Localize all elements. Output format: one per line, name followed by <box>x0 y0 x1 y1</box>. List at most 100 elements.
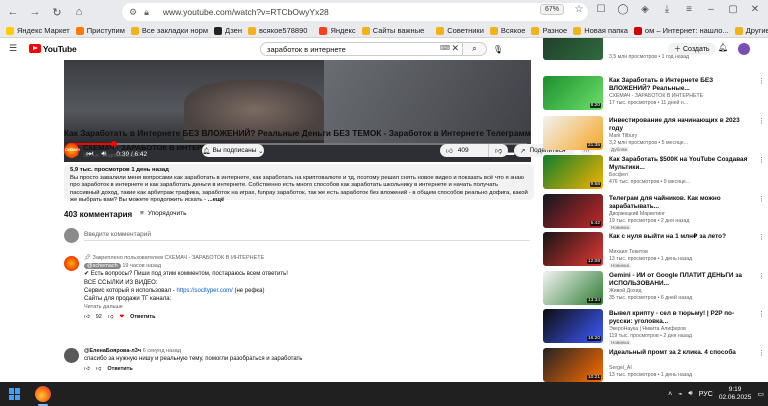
url-text[interactable]: www.youtube.com/watch?v=RTCbOwyYx28 <box>163 7 329 17</box>
channel-avatar[interactable]: СХЕМАЧ <box>64 143 80 158</box>
home-icon[interactable]: ⌂ <box>70 3 88 21</box>
service-link[interactable]: https://socltyper.com/ <box>176 288 232 294</box>
close-icon[interactable]: ✕ <box>748 2 762 16</box>
youtube-logo[interactable]: ☰ YouTube <box>9 43 77 54</box>
maximize-icon[interactable]: ▢ <box>726 2 740 16</box>
video-title[interactable]: Телеграм для чайников. Как можно зарабат… <box>609 195 755 210</box>
video-thumbnail[interactable]: 12:08 <box>543 232 603 266</box>
bookmark-item[interactable]: Другие закладки <box>734 26 768 35</box>
video-title[interactable]: Вывел крипту - сел в тюрьму! | P2P по-ру… <box>609 310 755 325</box>
zoom-indicator[interactable]: 67% <box>539 3 564 15</box>
thumbs-up-icon[interactable]: 👍︎ <box>84 365 90 373</box>
comment-author[interactable]: @ЕленаБоярова-л3ч <box>84 348 141 354</box>
thumbs-up-icon[interactable]: 👍︎ <box>84 313 90 321</box>
more-icon[interactable]: ⋮ <box>758 349 765 357</box>
video-title[interactable]: Gemini - ИИ от Google ПЛАТИТ ДЕНЬГИ за И… <box>609 272 755 287</box>
channel-name[interactable]: Живой Дохид <box>609 288 642 294</box>
more-icon[interactable]: ⋮ <box>758 77 765 85</box>
bookmark-item[interactable]: Новая папка <box>573 26 628 35</box>
download-icon[interactable]: ⤓ <box>660 2 674 16</box>
recommended-video[interactable]: 5:42 Телеграм для чайников. Как можно зар… <box>543 194 765 234</box>
video-thumbnail[interactable] <box>543 38 603 60</box>
channel-name[interactable]: Дворжецкий Маркетинг <box>609 211 665 217</box>
recommended-video[interactable]: 9:58 Как Заработать $500К на YouTube Созд… <box>543 155 765 195</box>
video-title[interactable]: Как с нуля выйти на 1 млн₽ за лето? <box>609 233 755 241</box>
video-title[interactable]: Как Заработать $500К на YouTube Создавая… <box>609 156 755 171</box>
thumbs-down-icon[interactable]: 👎︎ <box>108 313 114 321</box>
video-title[interactable]: Инвестирование для начинающих в 2023 год… <box>609 117 755 132</box>
bookmark-item[interactable]: Всякое <box>489 26 525 35</box>
bookmark-item[interactable]: Приступим <box>75 26 125 35</box>
bookmark-item[interactable]: Разное <box>531 26 567 35</box>
mic-icon[interactable]: 🎙︎ <box>492 43 504 55</box>
like-button[interactable]: 👍︎ 409 <box>440 144 488 157</box>
dislike-button[interactable]: 👎︎ <box>488 144 508 157</box>
video-thumbnail[interactable]: 9:58 <box>543 155 603 189</box>
channel-name[interactable]: Босфел <box>609 172 628 178</box>
menu-icon[interactable]: ≡ <box>682 2 696 16</box>
video-title[interactable]: Как Заработать в Интернете БЕЗ ВЛОЖЕНИЙ?… <box>609 77 755 92</box>
search-value[interactable]: заработок в интернете <box>267 45 346 54</box>
video-thumbnail[interactable]: 16:20 <box>543 309 603 343</box>
profile-icon[interactable]: ◯ <box>616 2 630 16</box>
address-bar[interactable]: ⚙ 🔒︎ www.youtube.com/watch?v=RTCbOwyYx28 <box>122 3 588 21</box>
language-indicator[interactable]: РУС <box>699 391 713 398</box>
bookmark-item[interactable]: Все закладки норм <box>130 26 208 35</box>
more-icon[interactable]: ⋮ <box>758 195 765 203</box>
channel-name[interactable]: Sergei_AI <box>609 365 632 371</box>
reload-icon[interactable]: ↻ <box>48 3 66 21</box>
channel-name[interactable]: Mark Tilbury <box>609 133 637 139</box>
clear-icon[interactable]: ✕ <box>451 43 459 54</box>
extension-icon[interactable]: ◈ <box>638 2 652 16</box>
more-icon[interactable]: ⋮ <box>758 272 765 280</box>
forward-icon[interactable]: → <box>26 3 44 21</box>
description-box[interactable]: 5,9 тыс. просмотров 1 день назад Вы прос… <box>64 164 534 203</box>
read-more-link[interactable]: Читать дальше <box>84 303 524 311</box>
more-icon[interactable]: ⋮ <box>758 156 765 164</box>
keyboard-icon[interactable]: ⌨ <box>440 44 450 52</box>
recommended-video[interactable]: 8:20 Как Заработать в Интернете БЕЗ ВЛОЖЕ… <box>543 76 765 116</box>
video-title[interactable]: Идеальный промт за 2 клика. 4 способа <box>609 349 755 357</box>
more-icon[interactable]: ⋮ <box>758 117 765 125</box>
comment-input[interactable]: Введите комментарий <box>84 231 530 241</box>
video-thumbnail[interactable]: 8:20 <box>543 76 603 110</box>
more-icon[interactable]: ⋮ <box>758 310 765 318</box>
channel-name[interactable]: Михаил Текитов <box>609 249 648 255</box>
video-thumbnail[interactable]: 13:34 <box>543 271 603 305</box>
site-info-icon[interactable]: ⚙ <box>129 7 137 18</box>
reply-button[interactable]: Ответить <box>130 313 155 321</box>
bookmark-item[interactable]: ом – Интернет: нашло... <box>633 26 729 35</box>
bookmark-item[interactable]: Яндекс Маркет <box>6 26 70 35</box>
thumbs-down-icon[interactable]: 👎︎ <box>96 365 102 373</box>
volume-icon[interactable]: 🔊︎ <box>688 390 692 398</box>
comment-author[interactable]: @schemach <box>84 263 121 270</box>
notifications-icon[interactable]: ▭ <box>757 390 764 398</box>
bookmark-item[interactable]: Дзен <box>214 26 242 35</box>
minimize-icon[interactable]: – <box>704 2 718 16</box>
recommended-video[interactable]: 21:35 Инвестирование для начинающих в 202… <box>543 116 765 156</box>
comment-avatar[interactable] <box>64 348 79 363</box>
channel-name[interactable]: СХЕМАЧ - ЗАРАБОТОК В ИНТЕРНЕТЕ <box>609 93 703 99</box>
recommended-video[interactable]: 12:08 Как с нуля выйти на 1 млн₽ за лето?… <box>543 232 765 272</box>
clock[interactable]: 9:19 02.06.2025 <box>719 386 752 402</box>
firefox-icon[interactable] <box>35 386 51 402</box>
recommended-video[interactable]: 16:20 Вывел крипту - сел в тюрьму! | P2P … <box>543 309 765 349</box>
recommended-video[interactable]: 13:34 Gemini - ИИ от Google ПЛАТИТ ДЕНЬГИ… <box>543 271 765 311</box>
bookmark-icon[interactable]: ☐ <box>594 2 608 16</box>
channel-name[interactable]: ЭкероНаука | Никита Алиферов <box>609 326 686 332</box>
windows-start-icon[interactable] <box>9 388 21 400</box>
reply-button[interactable]: Ответить <box>107 365 132 373</box>
recommended-video[interactable]: 3,5 млн просмотров • 1 год назад <box>543 38 765 66</box>
search-button[interactable]: ⌕ <box>463 42 487 56</box>
bookmark-item[interactable]: Советники <box>436 26 484 35</box>
show-more-link[interactable]: ...ещё <box>208 197 224 203</box>
video-thumbnail[interactable]: 10:21 <box>543 348 603 382</box>
sort-button[interactable]: ≡ Упорядочить <box>140 210 186 217</box>
subscribe-button[interactable]: 🔔︎ Вы подписаны ⌄ <box>202 144 264 157</box>
search-input[interactable]: заработок в интернете ⌨ ✕ <box>260 42 463 56</box>
video-thumbnail[interactable]: 21:35 <box>543 116 603 150</box>
comment-avatar[interactable] <box>64 256 79 271</box>
bookmark-item[interactable]: Яндекс <box>319 26 356 35</box>
menu-icon[interactable]: ☰ <box>9 43 17 54</box>
back-icon[interactable]: ← <box>4 3 22 21</box>
